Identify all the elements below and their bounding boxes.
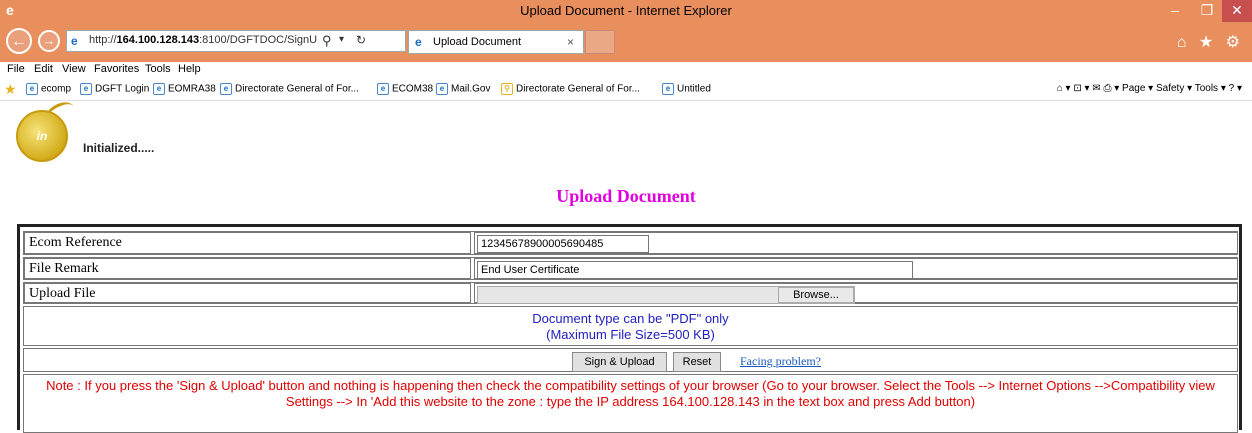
file-remark-cell xyxy=(474,258,1238,279)
compatibility-note: Note : If you press the 'Sign & Upload' … xyxy=(46,378,1215,409)
favorites-bar: ★ e ecomp e DGFT Login e EOMRA38 e Directora… xyxy=(0,78,1252,101)
page-icon: e xyxy=(26,83,38,95)
note-row: Note : If you press the 'Sign & Upload' … xyxy=(23,374,1238,433)
favorite-link[interactable]: e ECOM38 xyxy=(377,83,433,95)
favorite-link[interactable]: e Untitled xyxy=(662,83,711,95)
refresh-icon[interactable]: ↻ xyxy=(356,33,366,47)
remark-row: File Remark xyxy=(23,257,1238,280)
tab-close-icon[interactable]: × xyxy=(567,35,574,49)
file-type-info: Document type can be "PDF" only (Maximum… xyxy=(24,311,1237,343)
status-text: Initialized..... xyxy=(83,141,155,155)
favorite-link[interactable]: ⚲ Directorate General of For... xyxy=(501,83,640,95)
menu-view[interactable]: View xyxy=(62,63,86,75)
ecom-row: Ecom Reference xyxy=(23,231,1238,255)
file-remark-label: File Remark xyxy=(24,258,471,279)
minimize-button[interactable]: – xyxy=(1160,0,1190,22)
file-path-field[interactable]: Browse... xyxy=(477,286,855,304)
address-url[interactable]: http://164.100.128.143:8100/DGFTDOC/Sign… xyxy=(89,34,317,46)
address-dropdown-icon[interactable]: ▾ xyxy=(339,34,344,45)
favorite-link[interactable]: e EOMRA38 xyxy=(153,83,216,95)
upload-form: Ecom Reference File Remark Upload File B… xyxy=(17,224,1242,433)
favorite-link[interactable]: e DGFT Login xyxy=(80,83,149,95)
favorite-link[interactable]: e Directorate General of For... xyxy=(220,83,359,95)
page-icon: ⚲ xyxy=(501,83,513,95)
max-size-text: (Maximum File Size=500 KB) xyxy=(546,327,715,342)
menu-favorites[interactable]: Favorites xyxy=(94,63,139,75)
ecom-reference-cell xyxy=(474,232,1238,254)
loading-coin-icon: in xyxy=(16,110,68,162)
menu-file[interactable]: File xyxy=(7,63,25,75)
info-row: Document type can be "PDF" only (Maximum… xyxy=(23,306,1238,346)
actions-row: Sign & Upload Reset Facing problem? xyxy=(23,348,1238,372)
page-title: Upload Document xyxy=(556,186,696,206)
command-bar[interactable]: ⌂ ▾ ⊡ ▾ ✉ ⎙ ▾ Page ▾ Safety ▾ Tools ▾ ? … xyxy=(1057,83,1242,94)
forward-button[interactable]: → xyxy=(38,30,60,52)
page-icon: e xyxy=(71,34,78,48)
address-bar[interactable]: e http://164.100.128.143:8100/DGFTDOC/Si… xyxy=(66,30,406,52)
page-icon: e xyxy=(220,83,232,95)
favorites-star-icon[interactable]: ★ xyxy=(4,81,17,98)
page-icon: e xyxy=(662,83,674,95)
favorite-link[interactable]: e Mail.Gov xyxy=(436,83,490,95)
page-icon: e xyxy=(153,83,165,95)
menu-tools[interactable]: Tools xyxy=(145,63,171,75)
tab-upload-document[interactable]: e Upload Document × xyxy=(408,30,584,54)
page-icon: e xyxy=(80,83,92,95)
tab-page-icon: e xyxy=(415,35,422,49)
browse-button[interactable]: Browse... xyxy=(778,287,854,303)
ecom-reference-input[interactable] xyxy=(477,235,649,253)
menu-edit[interactable]: Edit xyxy=(34,63,53,75)
home-favorites-settings-icons[interactable]: ⌂ ★ ⚙ xyxy=(1177,32,1244,52)
window-title: Upload Document - Internet Explorer xyxy=(520,3,732,18)
page-icon: e xyxy=(436,83,448,95)
upload-row: Upload File Browse... xyxy=(23,282,1238,304)
navigation-bar: ← → e http://164.100.128.143:8100/DGFTDO… xyxy=(0,22,1252,62)
search-icon[interactable]: ⚲ xyxy=(322,33,332,49)
menu-bar: File Edit View Favorites Tools Help xyxy=(0,62,1252,78)
facing-problem-link[interactable]: Facing problem? xyxy=(740,354,821,369)
upload-file-label: Upload File xyxy=(24,283,471,303)
menu-help[interactable]: Help xyxy=(178,63,201,75)
window-titlebar: e Upload Document - Internet Explorer – … xyxy=(0,0,1252,22)
sign-upload-button[interactable]: Sign & Upload xyxy=(572,352,667,372)
reset-button[interactable]: Reset xyxy=(673,352,721,372)
favorite-link[interactable]: e ecomp xyxy=(26,83,71,95)
close-window-button[interactable]: ✕ xyxy=(1222,0,1252,22)
back-button[interactable]: ← xyxy=(6,28,32,54)
new-tab-button[interactable] xyxy=(585,30,615,54)
doc-type-text: Document type can be "PDF" only xyxy=(532,311,729,326)
tab-label: Upload Document xyxy=(433,36,522,48)
upload-file-cell: Browse... xyxy=(474,283,1238,304)
restore-button[interactable]: ❐ xyxy=(1192,0,1222,22)
file-remark-input[interactable] xyxy=(477,261,913,279)
ecom-reference-label: Ecom Reference xyxy=(24,232,471,254)
page-icon: e xyxy=(377,83,389,95)
